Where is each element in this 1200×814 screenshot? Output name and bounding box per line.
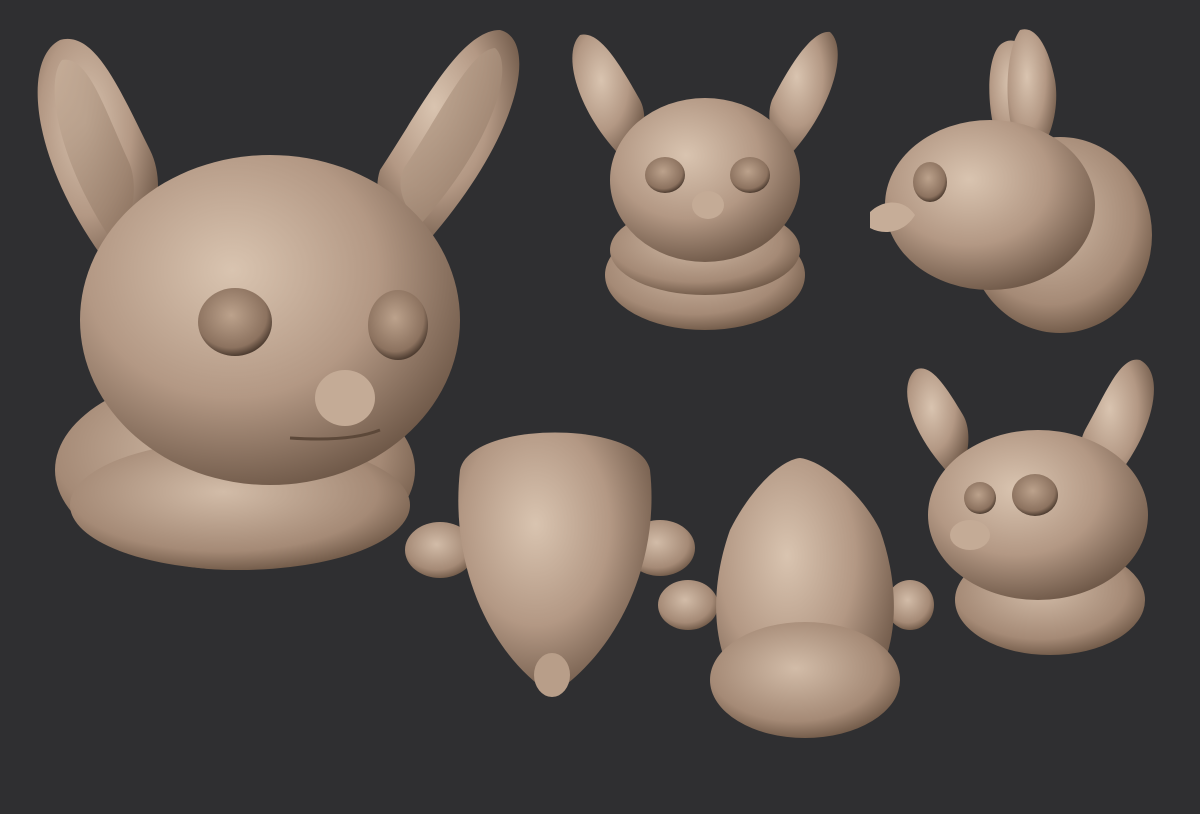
sculpt-view-three-quarter-small: [907, 359, 1154, 655]
sculpt-canvas: [37, 29, 1154, 738]
sculpt-view-front-three-quarter-large: [37, 30, 520, 570]
sculpt-view-top: [405, 432, 695, 697]
sculpt-view-front: [572, 31, 838, 330]
sculpt-view-side: [870, 29, 1152, 333]
sculpt-view-bottom: [658, 458, 934, 738]
